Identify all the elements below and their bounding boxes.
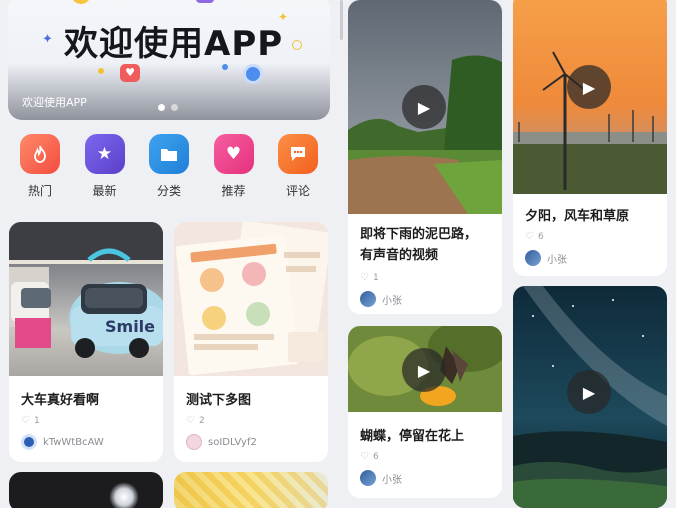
card-image [109, 482, 139, 508]
quick-nav-label: 评论 [285, 184, 310, 198]
author-name: soIDLVyf2 [208, 436, 257, 448]
card-image: ▶ [513, 286, 667, 508]
avatar [525, 250, 541, 266]
quick-nav-recommend[interactable]: ♥ 推荐 [213, 134, 254, 199]
card-image: ▶ [348, 326, 502, 412]
heart-outline-icon: ♡ [360, 451, 369, 462]
author-name: kTwWtBcAW [43, 436, 104, 448]
author-name: 小张 [547, 254, 567, 266]
avatar [360, 291, 376, 307]
card-title: 测试下多图 [186, 393, 252, 408]
decorative-circle-icon [243, 64, 263, 84]
heart-outline-icon: ♡ [360, 272, 369, 283]
folder-icon [149, 134, 189, 174]
avatar [186, 434, 202, 450]
play-icon[interactable]: ▶ [402, 85, 446, 129]
feed-card[interactable]: ▶ 即将下雨的泥巴路， 有声音的视频 ♡ 1 小张 [348, 0, 502, 314]
heart-icon: ♥ [213, 134, 254, 174]
like-count: 6 [537, 231, 544, 242]
card-image [174, 222, 328, 376]
feed-card[interactable] [174, 472, 328, 508]
banner-caption: 欢迎使用APP [22, 96, 87, 109]
like-count: 6 [372, 451, 379, 462]
card-image: ▶ [348, 0, 502, 214]
like-row[interactable]: ♡ 6 [348, 451, 502, 462]
author-row[interactable]: 小张 [348, 291, 502, 307]
feed-card[interactable]: 测试下多图 ♡ 2 soIDLVyf2 [174, 222, 328, 462]
decorative-dot [98, 68, 104, 74]
author-row[interactable]: 小张 [348, 470, 502, 486]
card-title: 即将下雨的泥巴路， 有声音的视频 [348, 224, 502, 266]
carousel-dot[interactable] [171, 104, 178, 111]
banner-title: 欢迎使用APP [64, 24, 284, 64]
decorative-chat-icon [196, 0, 214, 3]
scrollbar[interactable] [340, 0, 343, 40]
flame-icon [20, 134, 60, 174]
heart-outline-icon: ♡ [525, 231, 534, 242]
card-image [174, 472, 328, 508]
card-image: ▶ [513, 0, 667, 194]
feed-card[interactable]: Smile 大车真好看啊 ♡ 1 kTwWtBcAW [9, 222, 163, 462]
quick-nav-label: 最新 [92, 184, 117, 198]
card-image: Smile [9, 222, 163, 376]
author-row[interactable]: kTwWtBcAW [9, 434, 163, 450]
heart-outline-icon: ♡ [21, 415, 30, 426]
play-icon[interactable]: ▶ [567, 370, 611, 414]
card-title: 蝴蝶，停留在花上 [360, 429, 465, 444]
quick-nav-label: 推荐 [221, 184, 246, 198]
play-icon[interactable]: ▶ [567, 65, 611, 109]
author-name: 小张 [382, 474, 402, 486]
heart-icon: ♥ [120, 64, 140, 82]
quick-nav-category[interactable]: 分类 [149, 134, 189, 199]
svg-text:Smile: Smile [105, 317, 155, 336]
quick-nav-comment[interactable]: 评论 [278, 134, 318, 199]
quick-nav: 热门 ★ 最新 分类 ♥ 推荐 评论 [8, 134, 330, 199]
like-count: 2 [198, 415, 205, 426]
feed-card[interactable]: ▶ 蝴蝶，停留在花上 ♡ 6 小张 [348, 326, 502, 498]
card-title-line: 即将下雨的泥巴路， [360, 227, 478, 242]
feed-card[interactable]: ▶ [513, 286, 667, 508]
quick-nav-label: 分类 [156, 184, 181, 198]
like-count: 1 [33, 415, 40, 426]
author-row[interactable]: soIDLVyf2 [174, 434, 328, 450]
like-row[interactable]: ♡ 1 [9, 415, 163, 426]
decorative-dot [292, 40, 302, 50]
quick-nav-hot[interactable]: 热门 [20, 134, 60, 199]
quick-nav-label: 热门 [27, 184, 52, 198]
like-row[interactable]: ♡ 1 [348, 272, 502, 283]
star-icon: ★ [84, 134, 125, 174]
feed-card[interactable]: ▶ 夕阳，风车和草原 ♡ 6 小张 [513, 0, 667, 276]
card-title-line: 有声音的视频 [360, 248, 439, 263]
decorative-sparkle-icon: ✦ [42, 32, 53, 47]
banner-carousel[interactable]: ✦ ✦ ♥ 欢迎使用APP 欢迎使用APP [8, 0, 330, 120]
decorative-emoji-icon [72, 0, 90, 4]
like-row[interactable]: ♡ 6 [513, 231, 667, 242]
play-icon[interactable]: ▶ [402, 348, 446, 392]
feed-card[interactable] [9, 472, 163, 508]
like-count: 1 [372, 272, 379, 283]
carousel-dot-active[interactable] [158, 104, 165, 111]
quick-nav-latest[interactable]: ★ 最新 [84, 134, 125, 199]
author-name: 小张 [382, 295, 402, 307]
avatar [21, 434, 37, 450]
author-row[interactable]: 小张 [513, 250, 667, 266]
heart-outline-icon: ♡ [186, 415, 195, 426]
like-row[interactable]: ♡ 2 [174, 415, 328, 426]
avatar [360, 470, 376, 486]
comment-icon [278, 134, 318, 174]
card-title: 夕阳，风车和草原 [525, 209, 630, 224]
carousel-indicator [158, 104, 178, 111]
card-title: 大车真好看啊 [21, 393, 100, 408]
